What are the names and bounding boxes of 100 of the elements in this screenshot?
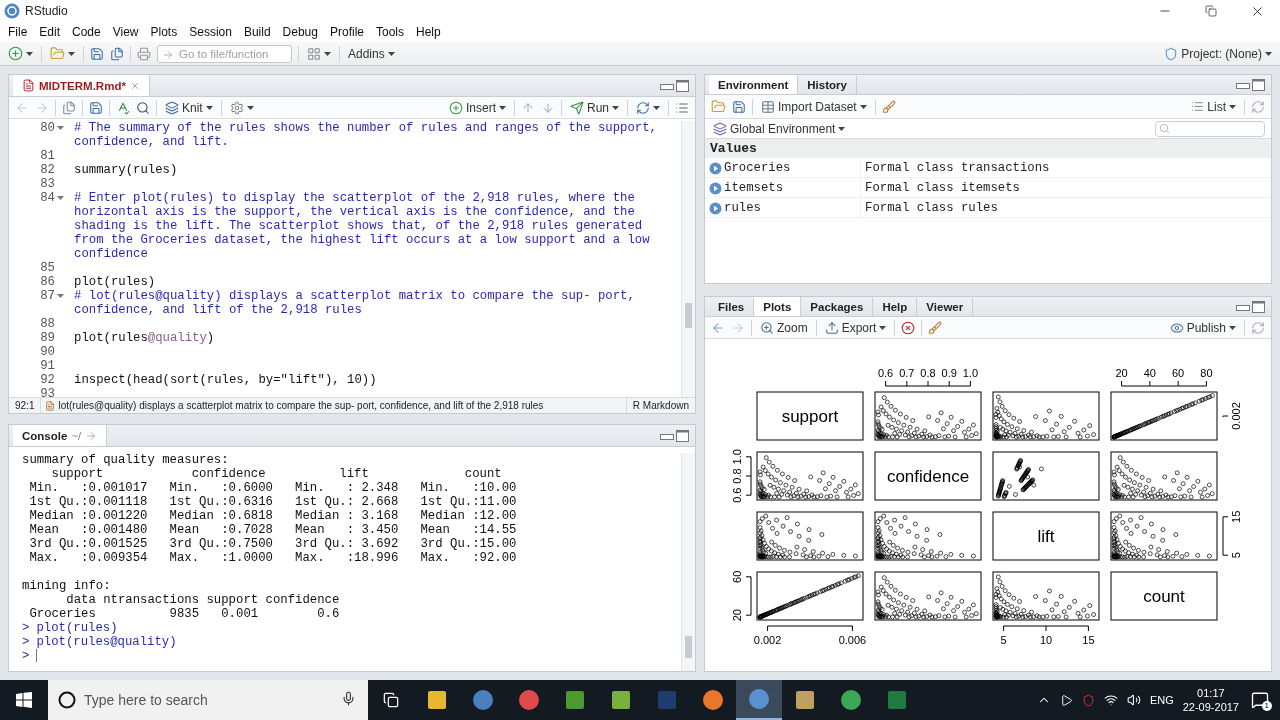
line-number: 90 — [39, 345, 56, 359]
maximize-pane-icon[interactable] — [676, 429, 689, 442]
tick-label: 40 — [1143, 367, 1156, 379]
shield-icon[interactable] — [1081, 693, 1095, 707]
search-icon[interactable] — [136, 100, 150, 115]
section-selector[interactable]: lot(rules@quality) displays a scatterplot matrix to compare the sup- port, confidence, and lift of the 2,918 rules — [40, 397, 627, 413]
menu-item[interactable]: Code — [66, 22, 107, 42]
caret-icon — [653, 105, 660, 110]
tick-label: 0.9 — [941, 367, 957, 379]
speaker-icon[interactable] — [1126, 693, 1141, 707]
tick-label: 60 — [731, 570, 743, 583]
code-line: # The summary of the rules shows the number of rules and ranges of the support, confidence, and lift. — [73, 121, 658, 149]
minimize-pane-icon[interactable] — [660, 81, 674, 90]
caret-icon — [324, 51, 331, 56]
notification-icon[interactable] — [1251, 691, 1269, 709]
zoom-button[interactable]: Zoom — [758, 317, 810, 338]
caret-icon — [246, 105, 254, 110]
menu-item[interactable]: Profile — [323, 22, 370, 42]
addins-button[interactable]: Addins — [346, 43, 397, 64]
section-header: Values — [705, 139, 1271, 158]
scrollbar[interactable] — [681, 453, 695, 671]
broom-icon[interactable] — [928, 320, 943, 335]
spellcheck-icon[interactable] — [116, 100, 130, 115]
view-mode-button[interactable]: List — [1189, 96, 1238, 117]
fold-icon[interactable] — [57, 126, 64, 131]
line-number: 89 — [39, 331, 56, 345]
import-dataset-button[interactable]: Import Dataset — [759, 96, 869, 117]
variable-label: count — [1143, 587, 1185, 606]
delete-icon[interactable] — [901, 320, 916, 335]
code-line: # lot(rules@quality) displays a scatterplot matrix to compare the sup- port, confidence, and lift of the 2,918 rules — [73, 289, 636, 317]
tick-label: 0.002 — [753, 634, 782, 646]
grid-icon — [307, 46, 321, 61]
maximize-pane-icon[interactable] — [1252, 300, 1265, 313]
menu-item[interactable]: Session — [183, 22, 238, 42]
play-circle-icon[interactable] — [709, 161, 722, 175]
magnifier-icon — [760, 320, 774, 335]
file-type-selector[interactable]: R Markdown — [626, 400, 695, 411]
menu-item[interactable]: Edit — [33, 22, 67, 42]
axis — [745, 576, 752, 616]
wifi-icon[interactable] — [1103, 693, 1118, 707]
scrollbar[interactable] — [681, 121, 695, 397]
fold-icon[interactable] — [57, 196, 64, 201]
search-field[interactable] — [1155, 120, 1265, 137]
table-icon — [761, 99, 775, 114]
go-to-file-field[interactable]: Go to file/function — [157, 44, 292, 63]
line-number: 80 — [39, 121, 56, 137]
menu-item[interactable]: File — [2, 22, 34, 42]
menu-item[interactable]: Tools — [370, 22, 410, 42]
environment-selector[interactable]: Global Environment — [711, 118, 848, 139]
console-output: 3rd Qu.:0.001525 3rd Qu.:0.7500 3rd Qu.: 3.692 3rd Qu.:15.00 — [28, 537, 517, 551]
console-output: 1st Qu.:0.001118 1st Qu.:0.6316 1st Qu.: 2.668 1st Qu.:11.00 — [28, 495, 517, 509]
back-icon[interactable] — [711, 320, 725, 335]
pane-tab[interactable]: Viewer — [917, 298, 974, 316]
pages-icon[interactable] — [62, 100, 76, 115]
minimize-pane-icon[interactable] — [660, 431, 674, 440]
broom-icon[interactable] — [881, 99, 896, 114]
play-circle-icon[interactable] — [709, 201, 722, 215]
minimize-pane-icon[interactable] — [1236, 80, 1250, 89]
menu-item[interactable]: Help — [410, 22, 447, 42]
pane-tab[interactable]: Plots — [754, 297, 802, 316]
menu-item[interactable]: Debug — [276, 22, 324, 42]
publish-button[interactable]: Publish — [1167, 317, 1238, 338]
variable-label: support — [781, 407, 839, 426]
tick-label: 60 — [1172, 367, 1185, 379]
document-icon — [22, 79, 35, 92]
taskbar-app[interactable] — [736, 680, 782, 720]
save-icon[interactable] — [732, 99, 746, 114]
taskbar-search-field[interactable]: Type here to search — [48, 680, 368, 720]
pane-tab[interactable]: Packages — [801, 298, 874, 316]
save-icon[interactable] — [90, 46, 104, 61]
clock[interactable]: 01:17 22-09-2017 — [1182, 686, 1239, 714]
console-output: mining info: — [22, 579, 111, 593]
pane-tab[interactable]: Help — [873, 298, 918, 316]
export-button[interactable]: Export — [822, 317, 889, 338]
environment-tab[interactable]: History — [798, 76, 857, 94]
menu-item[interactable]: Plots — [144, 22, 184, 42]
environment-tab[interactable]: Environment — [709, 75, 799, 94]
line-number: 84 — [39, 191, 56, 207]
language-indicator[interactable]: ENG — [1149, 694, 1174, 706]
editor-tab[interactable]: MIDTERM.Rmd* — [13, 75, 150, 96]
maximize-pane-icon[interactable] — [676, 79, 689, 92]
fold-icon[interactable] — [57, 294, 64, 299]
project-button[interactable]: Project: (None) — [1162, 43, 1274, 64]
console-tab[interactable]: Console ~/ — [13, 425, 108, 446]
menu-item[interactable]: View — [106, 22, 145, 42]
folder-icon[interactable] — [711, 99, 726, 114]
printer-icon[interactable] — [137, 46, 151, 61]
play-circle-icon[interactable] — [709, 181, 722, 195]
list-icon — [1191, 100, 1205, 113]
code-line: plot(rules) — [73, 275, 157, 289]
maximize-pane-icon[interactable] — [1252, 78, 1265, 91]
run-button[interactable]: Run — [568, 97, 621, 118]
close-icon[interactable] — [129, 80, 140, 91]
tick-label: 0.006 — [838, 634, 867, 646]
knit-button[interactable]: Knit — [163, 97, 215, 118]
minimize-pane-icon[interactable] — [1236, 302, 1250, 311]
save-icon[interactable] — [89, 100, 103, 115]
save-all-icon[interactable] — [110, 46, 124, 61]
insert-button[interactable]: Insert — [446, 97, 508, 118]
menu-item[interactable]: Build — [237, 22, 277, 42]
